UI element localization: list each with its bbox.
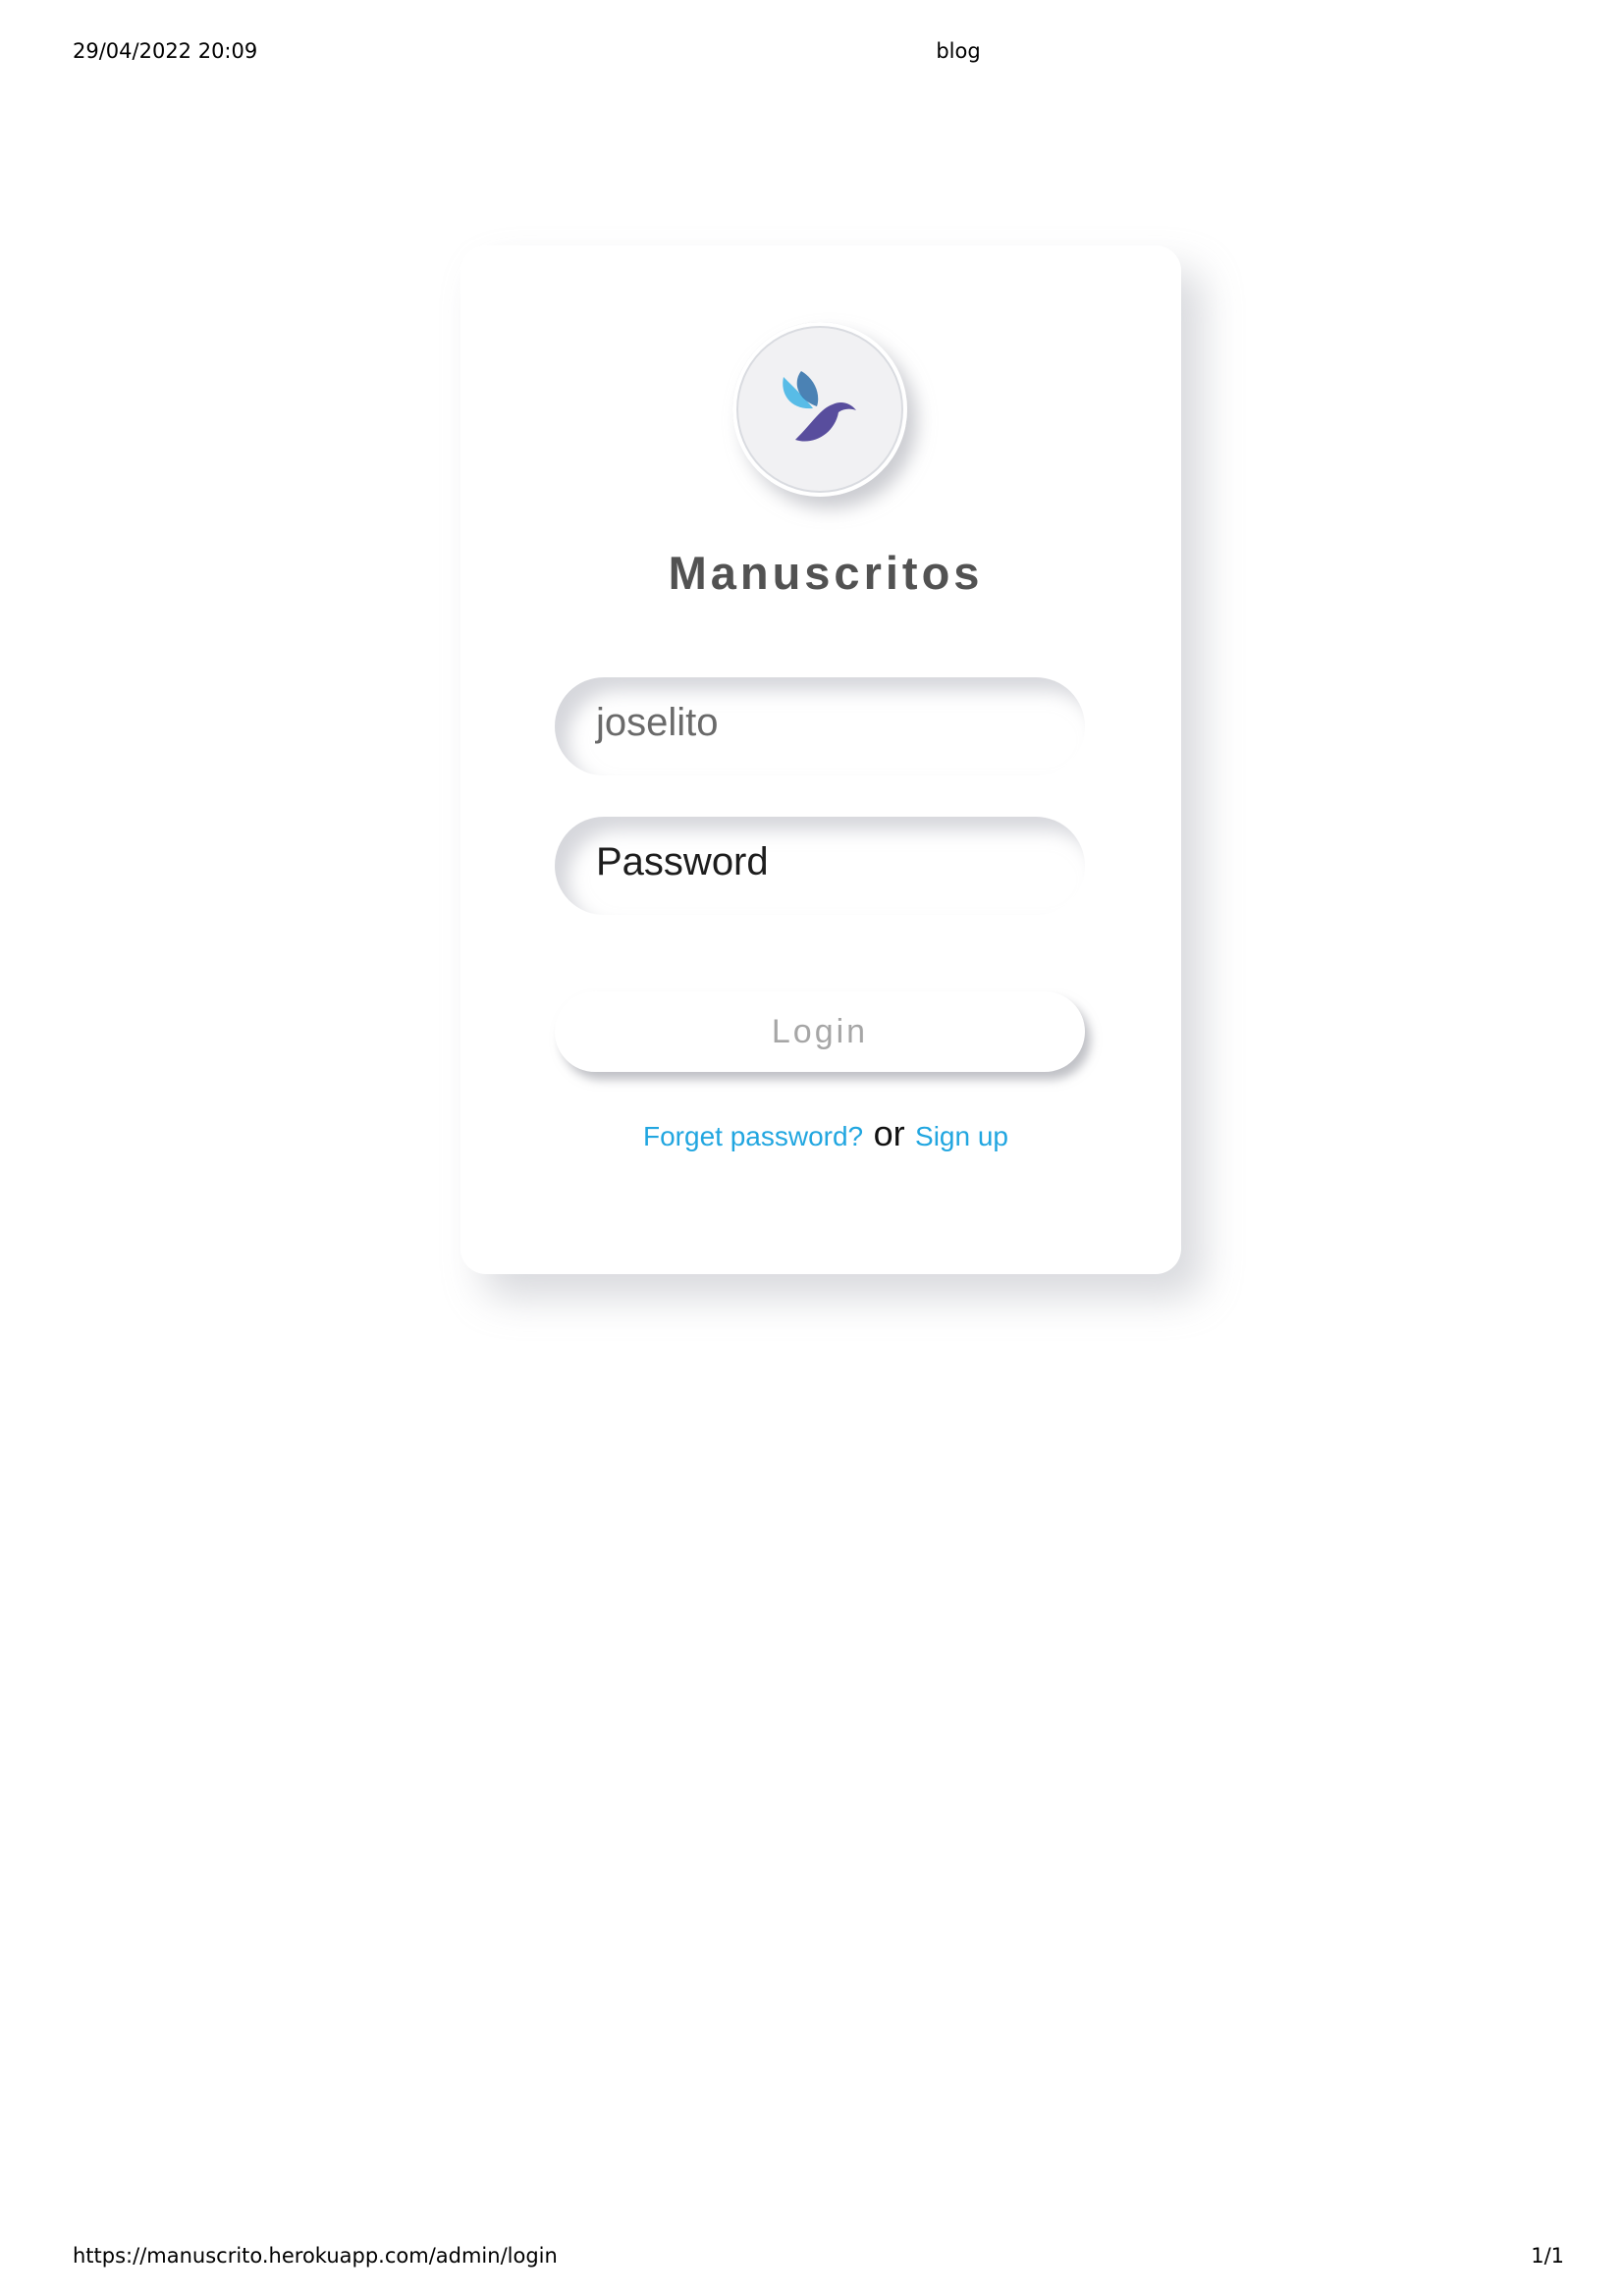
signup-link[interactable]: Sign up — [915, 1121, 1008, 1151]
username-value: joselito — [596, 701, 719, 744]
print-page-title: blog — [936, 39, 981, 63]
auth-links: Forget password? or Sign up — [460, 1113, 1191, 1154]
print-page-number: 1/1 — [1531, 2244, 1564, 2268]
login-card: Manuscritos joselito Password Login Forg… — [460, 245, 1181, 1274]
password-placeholder: Password — [596, 840, 769, 883]
print-url: https://manuscrito.herokuapp.com/admin/l… — [73, 2244, 558, 2268]
forgot-password-link[interactable]: Forget password? — [643, 1121, 863, 1151]
or-separator: or — [873, 1113, 905, 1153]
password-field[interactable]: Password — [555, 817, 1085, 915]
bird-logo-icon — [783, 371, 856, 442]
login-button[interactable]: Login — [555, 991, 1085, 1072]
brand-title: Manuscritos — [668, 547, 984, 599]
username-field[interactable]: joselito — [555, 677, 1085, 775]
logo-badge — [732, 322, 907, 497]
